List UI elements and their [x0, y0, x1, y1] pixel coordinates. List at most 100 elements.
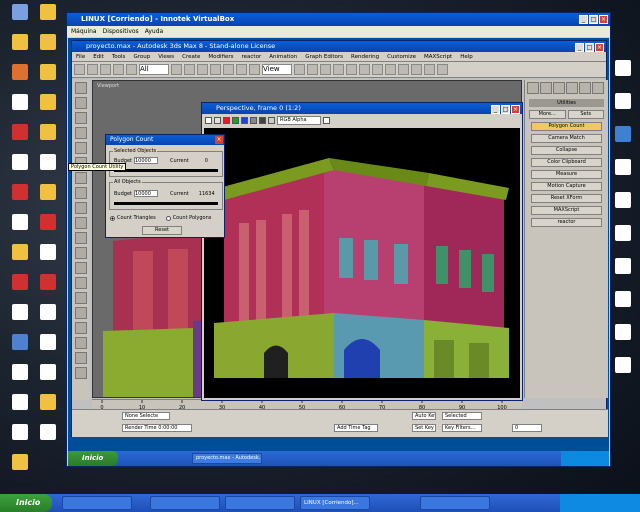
- current-frame-field[interactable]: 0: [512, 424, 542, 432]
- count-triangles-radio[interactable]: [110, 215, 115, 221]
- key-filters-button[interactable]: Key Filters...: [442, 424, 482, 432]
- utility-button[interactable]: Color Clipboard: [531, 158, 602, 167]
- reactor-tool-4-icon[interactable]: [75, 127, 87, 139]
- scale-icon[interactable]: [249, 64, 260, 75]
- max-restore-button[interactable]: □: [585, 43, 594, 52]
- maximize-button[interactable]: □: [589, 15, 598, 24]
- desktop-col2-icon-12[interactable]: [30, 364, 66, 381]
- create-tab-icon[interactable]: [527, 82, 539, 94]
- utility-button[interactable]: reactor: [531, 218, 602, 227]
- curve-editor-icon[interactable]: [385, 64, 396, 75]
- desktop-col2-icon-9[interactable]: [30, 274, 66, 291]
- align-icon[interactable]: [359, 64, 370, 75]
- select-icon[interactable]: [171, 64, 182, 75]
- virtualbox-window[interactable]: LINUX [Corriendo] - Innotek VirtualBox _…: [66, 12, 611, 467]
- max-menu-item[interactable]: MAXScript: [424, 52, 452, 61]
- host-task-button[interactable]: [420, 496, 490, 510]
- reactor-tool-18-icon[interactable]: [75, 337, 87, 349]
- render-maximize-button[interactable]: □: [501, 105, 510, 114]
- key-mode-dropdown[interactable]: Selected: [442, 412, 482, 420]
- hierarchy-tab-icon[interactable]: [553, 82, 565, 94]
- reactor-tool-14-icon[interactable]: [75, 277, 87, 289]
- bind-icon[interactable]: [126, 64, 137, 75]
- render-frame-title-bar[interactable]: Perspective, frame 0 (1:2) _ □ ×: [202, 103, 522, 114]
- utility-button[interactable]: Measure: [531, 170, 602, 179]
- virtualbox-menu-item[interactable]: Dispositivos: [103, 26, 139, 37]
- reactor-tool-20-icon[interactable]: [75, 367, 87, 379]
- minimize-button[interactable]: _: [579, 15, 588, 24]
- host-task-button[interactable]: [150, 496, 220, 510]
- max-menu-item[interactable]: Create: [182, 52, 200, 61]
- reactor-tool-1-icon[interactable]: [75, 82, 87, 94]
- reactor-tool-7-icon[interactable]: [75, 172, 87, 184]
- render-frame-window[interactable]: Perspective, frame 0 (1:2) _ □ × RGB Alp…: [201, 102, 523, 401]
- more-button[interactable]: More...: [529, 110, 566, 119]
- max-menu-item[interactable]: Animation: [269, 52, 297, 61]
- guest-start-button[interactable]: Inicio: [68, 451, 118, 466]
- max-menu-item[interactable]: reactor: [242, 52, 262, 61]
- sets-button[interactable]: Sets: [567, 110, 604, 119]
- motion-tab-icon[interactable]: [566, 82, 578, 94]
- utility-button[interactable]: Motion Capture: [531, 182, 602, 191]
- angle-snap-icon[interactable]: [320, 64, 331, 75]
- reactor-tool-5-icon[interactable]: [75, 142, 87, 154]
- reactor-tool-15-icon[interactable]: [75, 292, 87, 304]
- blue-channel-toggle[interactable]: [241, 117, 248, 124]
- mirror-icon[interactable]: [346, 64, 357, 75]
- desktop-col2-icon-6[interactable]: [30, 184, 66, 201]
- guest-task-3dsmax[interactable]: proyecto.max - Autodesk...: [192, 453, 262, 464]
- reactor-tool-11-icon[interactable]: [75, 232, 87, 244]
- host-task-button[interactable]: [225, 496, 295, 510]
- reactor-tool-10-icon[interactable]: [75, 217, 87, 229]
- layer-icon[interactable]: [372, 64, 383, 75]
- desktop-col2-icon-1[interactable]: [30, 34, 66, 51]
- max-minimize-button[interactable]: _: [575, 43, 584, 52]
- max-menu-item[interactable]: Help: [460, 52, 473, 61]
- polygon-count-dialog[interactable]: Polygon Count × Selected Objects Budget …: [105, 134, 225, 238]
- guest-screen[interactable]: proyecto.max - Autodesk 3ds Max 8 - Stan…: [68, 38, 609, 466]
- schematic-icon[interactable]: [398, 64, 409, 75]
- reactor-tool-2-icon[interactable]: [75, 97, 87, 109]
- max-menu-item[interactable]: Modifiers: [208, 52, 233, 61]
- redo-icon[interactable]: [87, 64, 98, 75]
- alpha-channel-toggle[interactable]: [250, 117, 257, 124]
- set-key-button[interactable]: Set Key: [412, 424, 436, 432]
- desktop-left-icon-15[interactable]: [2, 454, 38, 471]
- render-setup-icon[interactable]: [424, 64, 435, 75]
- polygon-count-title-bar[interactable]: Polygon Count ×: [106, 135, 224, 145]
- max-close-button[interactable]: ×: [595, 43, 604, 52]
- reactor-tool-19-icon[interactable]: [75, 352, 87, 364]
- host-task-button[interactable]: LINUX [Corriendo]...: [300, 496, 370, 510]
- snap-icon[interactable]: [307, 64, 318, 75]
- green-channel-toggle[interactable]: [232, 117, 239, 124]
- clone-icon[interactable]: [214, 117, 221, 124]
- reference-coord-dropdown[interactable]: View: [262, 64, 292, 75]
- selection-filter-dropdown[interactable]: All: [139, 64, 169, 75]
- clear-icon[interactable]: [268, 117, 275, 124]
- max-menu-item[interactable]: Customize: [387, 52, 416, 61]
- unlink-icon[interactable]: [113, 64, 124, 75]
- rect-region-icon[interactable]: [197, 64, 208, 75]
- selected-budget-spinner[interactable]: 10000: [133, 157, 158, 164]
- utility-button[interactable]: Camera Match: [531, 134, 602, 143]
- max-menu-item[interactable]: Graph Editors: [305, 52, 343, 61]
- material-editor-icon[interactable]: [411, 64, 422, 75]
- add-time-tag-button[interactable]: Add Time Tag: [334, 424, 378, 432]
- reactor-tool-8-icon[interactable]: [75, 187, 87, 199]
- link-icon[interactable]: [100, 64, 111, 75]
- window-crossing-icon[interactable]: [210, 64, 221, 75]
- max-menu-item[interactable]: Views: [158, 52, 174, 61]
- max-menu-item[interactable]: Group: [133, 52, 150, 61]
- move-icon[interactable]: [223, 64, 234, 75]
- color-swatch[interactable]: [323, 117, 330, 124]
- channel-dropdown[interactable]: RGB Alpha: [277, 116, 321, 125]
- reset-button[interactable]: Reset: [142, 226, 182, 235]
- all-budget-spinner[interactable]: 10000: [133, 190, 158, 197]
- percent-snap-icon[interactable]: [333, 64, 344, 75]
- virtualbox-menu-item[interactable]: Máquina: [71, 26, 97, 37]
- count-polygons-radio[interactable]: [165, 215, 171, 221]
- desktop-col2-icon-8[interactable]: [30, 244, 66, 261]
- reactor-tool-13-icon[interactable]: [75, 262, 87, 274]
- undo-icon[interactable]: [74, 64, 85, 75]
- close-button[interactable]: ×: [599, 15, 608, 24]
